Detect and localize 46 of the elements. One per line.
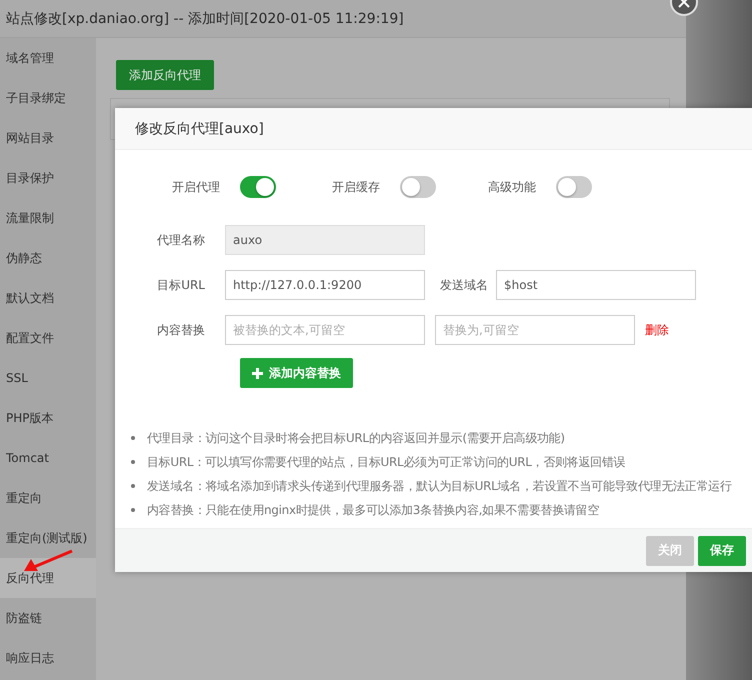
sidebar-item[interactable]: 网站目录 (0, 118, 96, 158)
sidebar-item[interactable]: 子目录绑定 (0, 78, 96, 118)
add-proxy-button[interactable]: 添加反向代理 (116, 60, 214, 90)
note-text: 目标URL：可以填写你需要代理的站点，目标URL必须为可正常访问的URL，否则将返回错误 (147, 454, 626, 470)
input-field[interactable]: $host (496, 270, 696, 300)
dialog-title: 修改反向代理[auxo] (115, 108, 752, 150)
sidebar-item[interactable]: PHP版本 (0, 398, 96, 438)
sidebar-item[interactable]: 响应日志 (0, 638, 96, 678)
input-field[interactable]: http://127.0.0.1:9200 (225, 270, 425, 300)
toggle-switch[interactable] (556, 176, 592, 198)
toggle-switch[interactable] (240, 176, 276, 198)
toggle-label: 开启缓存 (332, 178, 380, 196)
delete-link[interactable]: 删除 (645, 322, 669, 338)
sidebar-item[interactable]: Tomcat (0, 438, 96, 478)
sidebar-item[interactable]: 目录保护 (0, 158, 96, 198)
note-text: 发送域名：将域名添加到请求头传递到代理服务器，默认为目标URL域名，若设置不当可能导致代理无法正常运行 (147, 478, 732, 494)
input-field[interactable]: 被替换的文本,可留空 (225, 315, 425, 345)
sidebar-item[interactable]: 伪静态 (0, 238, 96, 278)
field-label: 发送域名 (440, 276, 488, 294)
add-replace-button[interactable]: 添加内容替换 (240, 358, 353, 388)
note-text: 代理目录：访问这个目录时将会把目标URL的内容返回并显示(需要开启高级功能) (147, 430, 565, 446)
bullet-icon (131, 484, 135, 488)
toggle-label: 开启代理 (172, 178, 220, 196)
sidebar-item[interactable]: 默认文档 (0, 278, 96, 318)
note-text: 内容替换：只能在使用nginx时提供，最多可以添加3条替换内容,如果不需要替换请留空 (147, 502, 600, 518)
sidebar-item[interactable]: SSL (0, 358, 96, 398)
bullet-icon (131, 508, 135, 512)
toggle-switch[interactable] (400, 176, 436, 198)
sidebar-item[interactable]: 重定向(测试版) (0, 518, 96, 558)
sidebar-item[interactable]: 重定向 (0, 478, 96, 518)
bullet-icon (131, 460, 135, 464)
input-field[interactable]: 替换为,可留空 (435, 315, 635, 345)
arrow-drawing (22, 549, 74, 573)
sidebar-item[interactable]: 配置文件 (0, 318, 96, 358)
field-label: 代理名称 (156, 232, 206, 248)
toggle-label: 高级功能 (488, 178, 536, 196)
sidebar-item[interactable]: 流量限制 (0, 198, 96, 238)
plus-icon (252, 368, 263, 378)
window-title: 站点修改[xp.daniao.org] -- 添加时间[2020-01-05 11:29:19] (0, 0, 686, 38)
sidebar-item[interactable]: 域名管理 (0, 38, 96, 78)
sidebar-item[interactable]: 防盗链 (0, 598, 96, 638)
field-label: 目标URL (156, 276, 206, 294)
sidebar-item[interactable]: 反向代理 (0, 558, 96, 598)
bullet-icon (131, 436, 135, 440)
field-label: 内容替换 (156, 322, 206, 338)
save-button[interactable]: 保存 (698, 536, 746, 566)
